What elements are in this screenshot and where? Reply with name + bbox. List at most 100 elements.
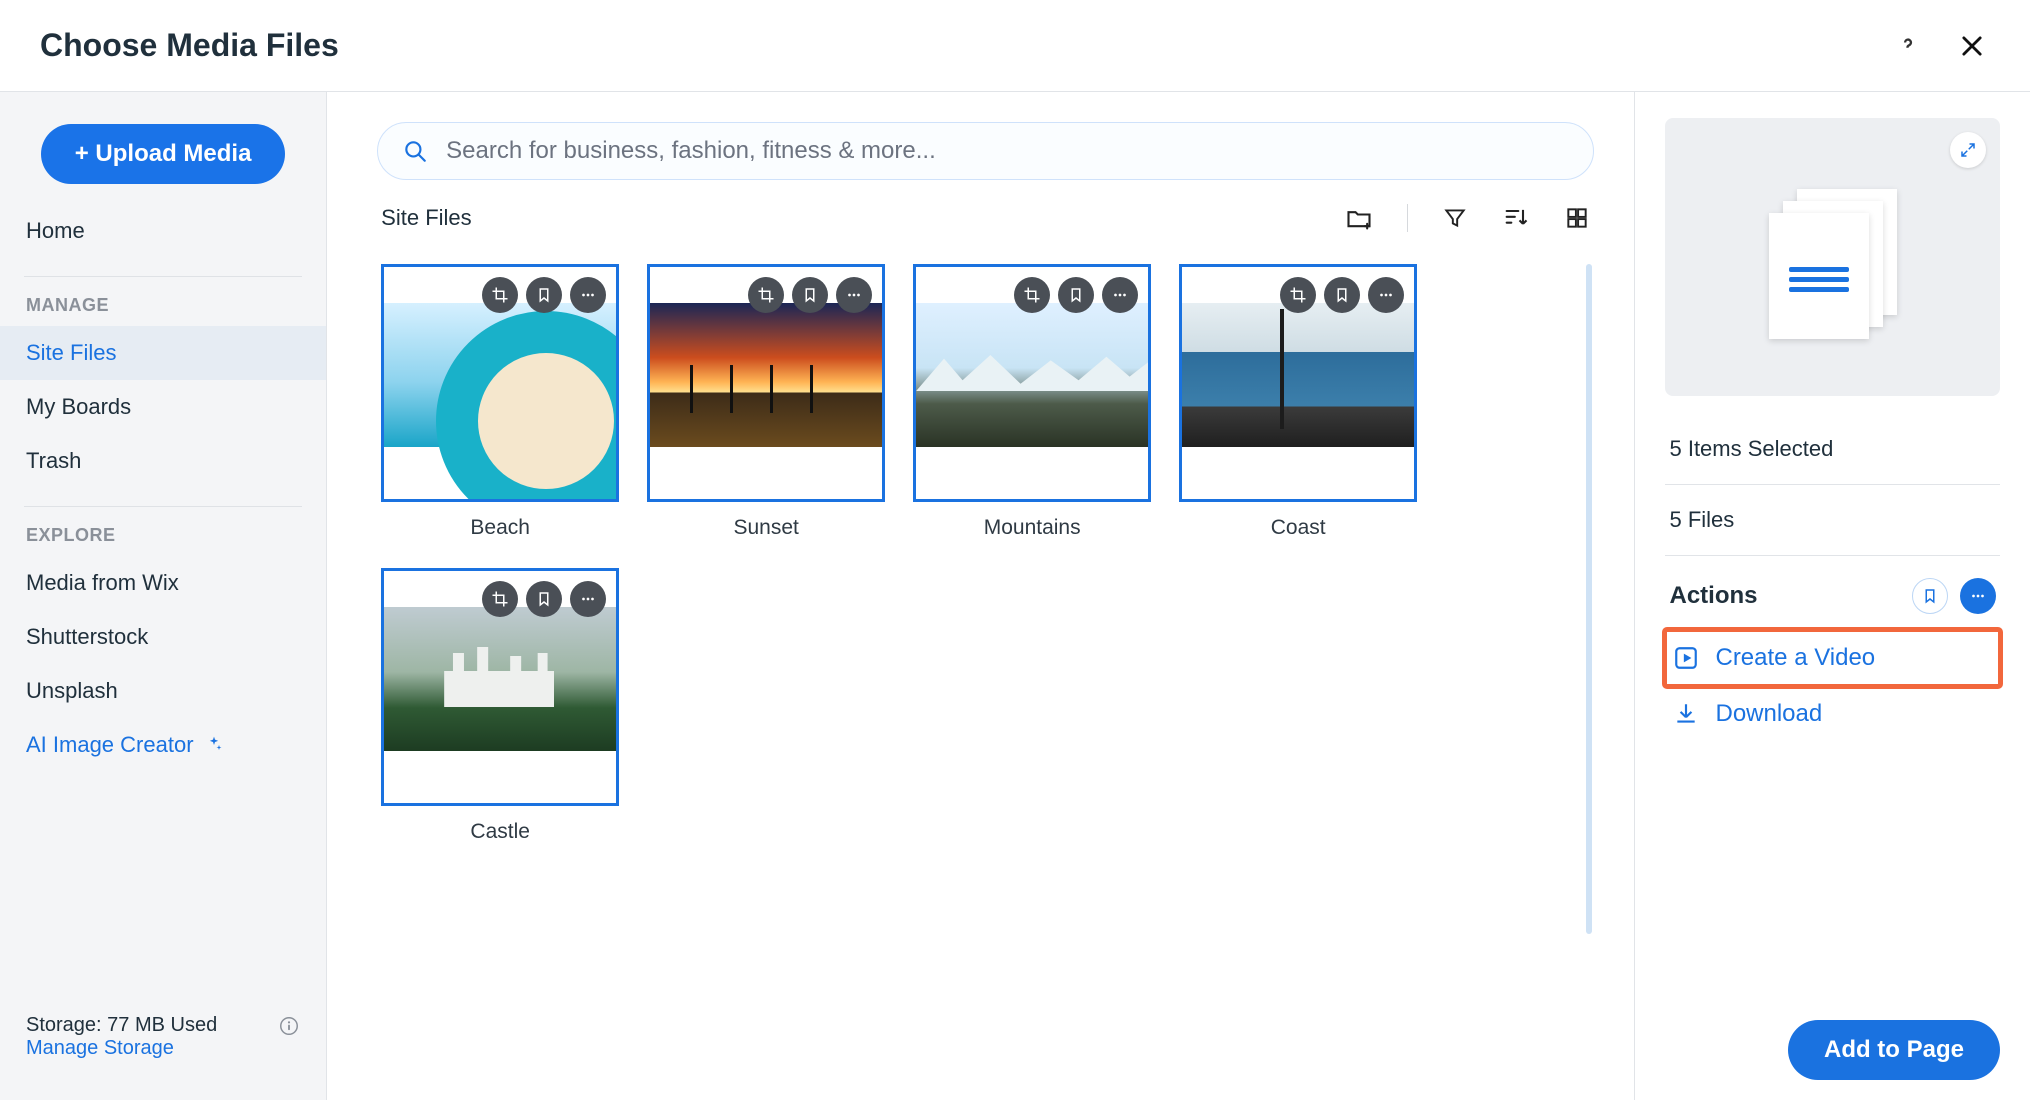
more-button[interactable] bbox=[570, 581, 606, 617]
selected-count: 5 Items Selected bbox=[1665, 414, 2000, 484]
help-button[interactable] bbox=[1890, 28, 1926, 64]
sidebar-footer: Storage: 77 MB Used Manage Storage bbox=[0, 994, 326, 1100]
thumbnail bbox=[381, 264, 619, 502]
sidebar-item-label: Unsplash bbox=[26, 678, 118, 704]
expand-button[interactable] bbox=[1950, 132, 1986, 168]
bookmark-icon bbox=[1333, 286, 1351, 304]
crop-icon bbox=[491, 590, 509, 608]
sort-button[interactable] bbox=[1502, 204, 1530, 232]
bookmark-icon bbox=[1921, 587, 1939, 605]
sidebar-item-label: Trash bbox=[26, 448, 81, 474]
download-action[interactable]: Download bbox=[1665, 686, 2000, 742]
more-icon bbox=[579, 286, 597, 304]
manage-storage-link[interactable]: Manage Storage bbox=[26, 1037, 300, 1060]
crop-button[interactable] bbox=[748, 277, 784, 313]
view-toggle-button[interactable] bbox=[1564, 205, 1590, 231]
thumbnail bbox=[1179, 264, 1417, 502]
sort-icon bbox=[1502, 204, 1530, 232]
crop-button[interactable] bbox=[1014, 277, 1050, 313]
grid-icon bbox=[1564, 205, 1590, 231]
filter-button[interactable] bbox=[1442, 205, 1468, 231]
expand-icon bbox=[1959, 141, 1977, 159]
add-to-page-button[interactable]: Add to Page bbox=[1788, 1020, 2000, 1080]
divider bbox=[24, 506, 302, 507]
close-icon bbox=[1958, 32, 1986, 60]
crop-button[interactable] bbox=[482, 581, 518, 617]
more-icon bbox=[579, 590, 597, 608]
sidebar-item-ai-image-creator[interactable]: AI Image Creator bbox=[0, 718, 326, 772]
sidebar-item-trash[interactable]: Trash bbox=[0, 434, 326, 488]
download-icon bbox=[1673, 701, 1699, 727]
bookmark-icon bbox=[535, 590, 553, 608]
bookmark-button[interactable] bbox=[792, 277, 828, 313]
more-button[interactable] bbox=[1102, 277, 1138, 313]
thumbnail bbox=[913, 264, 1151, 502]
crop-button[interactable] bbox=[1280, 277, 1316, 313]
sidebar-item-label: My Boards bbox=[26, 394, 131, 420]
file-label: Mountains bbox=[984, 516, 1081, 540]
sidebar-item-shutterstock[interactable]: Shutterstock bbox=[0, 610, 326, 664]
bookmark-button[interactable] bbox=[526, 581, 562, 617]
info-icon[interactable] bbox=[278, 1015, 300, 1037]
new-folder-button[interactable] bbox=[1345, 204, 1373, 232]
close-button[interactable] bbox=[1954, 28, 1990, 64]
stack-icon bbox=[1763, 187, 1903, 327]
sidebar-item-label: Shutterstock bbox=[26, 624, 148, 650]
search-bar[interactable] bbox=[377, 122, 1594, 180]
sidebar-item-unsplash[interactable]: Unsplash bbox=[0, 664, 326, 718]
sidebar-item-my-boards[interactable]: My Boards bbox=[0, 380, 326, 434]
crop-button[interactable] bbox=[482, 277, 518, 313]
search-icon bbox=[402, 138, 428, 164]
main-content: Site Files bbox=[327, 92, 1635, 1100]
sidebar-section-manage: MANAGE bbox=[0, 295, 326, 326]
bookmark-action-button[interactable] bbox=[1912, 578, 1948, 614]
file-card[interactable]: Mountains bbox=[913, 264, 1151, 540]
more-button[interactable] bbox=[570, 277, 606, 313]
file-card[interactable]: Beach bbox=[381, 264, 619, 540]
bookmark-button[interactable] bbox=[1058, 277, 1094, 313]
folder-plus-icon bbox=[1345, 204, 1373, 232]
file-label: Castle bbox=[470, 820, 530, 844]
actions-header: Actions bbox=[1665, 555, 2000, 630]
more-button[interactable] bbox=[836, 277, 872, 313]
preview-box bbox=[1665, 118, 2000, 396]
filter-icon bbox=[1442, 205, 1468, 231]
toolbar: Site Files bbox=[381, 204, 1590, 232]
sidebar-item-media-from-wix[interactable]: Media from Wix bbox=[0, 556, 326, 610]
help-icon bbox=[1894, 32, 1922, 60]
breadcrumb: Site Files bbox=[381, 205, 471, 231]
more-button[interactable] bbox=[1368, 277, 1404, 313]
crop-icon bbox=[1023, 286, 1041, 304]
sidebar-item-label: Home bbox=[26, 218, 85, 244]
sidebar-item-home[interactable]: Home bbox=[0, 204, 326, 258]
action-label: Create a Video bbox=[1715, 644, 1875, 672]
bookmark-button[interactable] bbox=[1324, 277, 1360, 313]
search-input[interactable] bbox=[446, 137, 1569, 165]
bookmark-icon bbox=[1067, 286, 1085, 304]
sidebar-item-label: Site Files bbox=[26, 340, 116, 366]
actions-label: Actions bbox=[1669, 582, 1757, 610]
file-card[interactable]: Sunset bbox=[647, 264, 885, 540]
divider bbox=[24, 276, 302, 277]
divider bbox=[1407, 204, 1408, 232]
sidebar-item-site-files[interactable]: Site Files bbox=[0, 326, 326, 380]
more-actions-button[interactable] bbox=[1960, 578, 1996, 614]
file-card[interactable]: Coast bbox=[1179, 264, 1417, 540]
action-label: Download bbox=[1715, 700, 1822, 728]
file-grid: Beach bbox=[377, 246, 1594, 862]
files-count: 5 Files bbox=[1665, 484, 2000, 555]
storage-text: Storage: 77 MB Used bbox=[26, 1014, 217, 1037]
thumbnail bbox=[647, 264, 885, 502]
crop-icon bbox=[757, 286, 775, 304]
file-label: Beach bbox=[470, 516, 530, 540]
scrollbar[interactable] bbox=[1586, 264, 1592, 934]
crop-icon bbox=[1289, 286, 1307, 304]
file-card[interactable]: Castle bbox=[381, 568, 619, 844]
sidebar: + Upload Media Home MANAGE Site Files My… bbox=[0, 92, 327, 1100]
thumbnail bbox=[381, 568, 619, 806]
header: Choose Media Files bbox=[0, 0, 2030, 92]
bookmark-button[interactable] bbox=[526, 277, 562, 313]
create-a-video-action[interactable]: Create a Video bbox=[1665, 630, 2000, 686]
play-square-icon bbox=[1673, 645, 1699, 671]
upload-media-button[interactable]: + Upload Media bbox=[41, 124, 286, 184]
